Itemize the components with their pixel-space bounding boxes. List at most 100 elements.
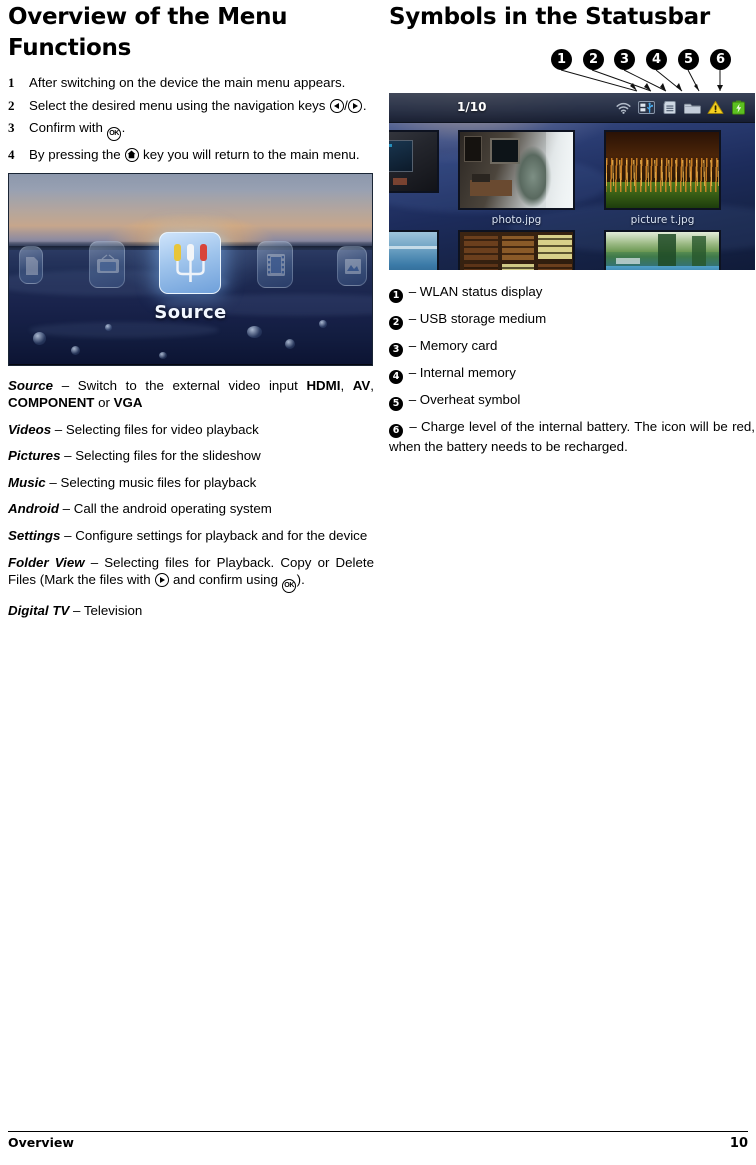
menu-tile-picture[interactable]: [337, 245, 367, 286]
status-tray: [615, 99, 747, 116]
menu-tile-tv[interactable]: [89, 240, 125, 288]
thumbnail-tree[interactable]: [458, 130, 575, 210]
menu-tile-film[interactable]: [257, 240, 293, 288]
step-item: 2 Select the desired menu using the navig…: [8, 97, 367, 113]
step-item: 1 After switching on the device the main …: [8, 75, 346, 90]
home-key-icon: [124, 148, 139, 162]
menu-tile-source[interactable]: [159, 231, 221, 294]
definition-term: Source: [8, 377, 54, 393]
right-column: Symbols in the Statusbar 1 2 3 4 5 6 1/1…: [389, 0, 755, 463]
definition-term: Folder View: [8, 554, 85, 570]
thumbnail-room[interactable]: [389, 130, 439, 193]
definition-term: Settings: [8, 528, 61, 544]
legend-text: – USB storage medium: [405, 311, 547, 326]
callout-badge-1: 1: [551, 49, 572, 70]
footer-page-number: 10: [729, 1136, 748, 1151]
legend-badge-2: 2: [389, 316, 403, 330]
definition-term: Videos: [8, 421, 52, 437]
legend-badge-6: 6: [389, 424, 403, 438]
statusbar-screenshot: 1/10 photo.jpg picture t.jpg: [389, 93, 755, 270]
menu-tile-row: [9, 231, 372, 296]
legend-item: 4 – Internal memory: [389, 364, 755, 384]
legend-text: – Internal memory: [405, 365, 516, 380]
legend-item: 3 – Memory card: [389, 337, 755, 357]
left-column: Overview of the Menu Functions 1 After sw…: [8, 0, 374, 629]
manual-page: Overview of the Menu Functions 1 After sw…: [0, 0, 756, 1165]
battery-icon: [730, 100, 747, 115]
memory-card-icon: [661, 100, 678, 115]
emphasis-text: AV: [352, 377, 371, 393]
definition-term: Digital TV: [8, 603, 70, 619]
thumbnail-caption: picture t.jpg: [630, 214, 695, 226]
main-menu-screenshot: Source: [8, 172, 373, 366]
definition-term: Pictures: [8, 448, 61, 464]
bubble: [285, 338, 295, 349]
step-number: 2: [8, 97, 15, 113]
legend-badge-4: 4: [389, 370, 403, 384]
page-footer: Overview 10: [8, 1131, 748, 1151]
step-item: 3 Confirm with OK.: [8, 119, 374, 141]
legend-badge-1: 1: [389, 289, 403, 303]
callout-badge-3: 3: [614, 49, 635, 70]
arrow-left-key-icon: [329, 98, 344, 113]
legend-badge-5: 5: [389, 397, 403, 411]
menu-function-definitions: Source – Switch to the external video in…: [8, 377, 374, 620]
callout-badge-6: 6: [710, 49, 731, 70]
callout-badge-4: 4: [646, 49, 667, 70]
legend-badge-3: 3: [389, 343, 403, 357]
folder-icon: [683, 100, 701, 115]
definition-item: Music – Selecting music files for playba…: [8, 474, 257, 490]
definition-item: Digital TV – Television: [8, 603, 143, 619]
bubble: [71, 345, 80, 355]
symbol-legend: 1 – WLAN status display 2 – USB storage m…: [389, 283, 755, 456]
arrow-right-key-icon: [348, 98, 363, 113]
arrow-right-key-icon: [154, 573, 169, 588]
definition-item: Pictures – Selecting files for the slide…: [8, 448, 261, 464]
definition-item: Settings – Configure settings for playba…: [8, 528, 368, 544]
step-item: 4 By pressing the key you will return to …: [8, 147, 360, 162]
thumbnail-chocolates[interactable]: [458, 230, 575, 270]
legend-item: 6 – Charge level of the internal battery…: [389, 418, 755, 456]
bubble: [105, 323, 112, 331]
definition-item: Android – Call the android operating sys…: [8, 501, 272, 517]
thumbnail-moss[interactable]: [604, 130, 721, 210]
emphasis-text: VGA: [113, 395, 143, 411]
page-counter: 1/10: [457, 100, 487, 114]
legend-item: 1 – WLAN status display: [389, 283, 755, 303]
callout-badge-row: 123456: [389, 41, 755, 93]
legend-text: – WLAN status display: [405, 284, 543, 299]
bubble: [247, 325, 262, 338]
thumbnail-water[interactable]: [389, 230, 439, 270]
legend-item: 5 – Overheat symbol: [389, 391, 755, 411]
ok-key-icon: OK: [282, 579, 297, 594]
definition-item: Videos – Selecting files for video playb…: [8, 421, 259, 437]
step-number: 1: [8, 75, 15, 90]
menu-selected-label: Source: [154, 301, 227, 323]
definition-term: Music: [8, 474, 46, 490]
bubble: [33, 331, 46, 345]
ok-key-icon: OK: [107, 127, 122, 141]
callout-badge-5: 5: [678, 49, 699, 70]
step-number: 4: [8, 147, 15, 162]
wlan-icon: [615, 100, 632, 115]
thumbnail-pool[interactable]: [604, 230, 721, 270]
legend-text: – Charge level of the internal battery. …: [389, 419, 755, 454]
emphasis-text: HDMI: [306, 377, 341, 393]
legend-item: 2 – USB storage medium: [389, 310, 755, 330]
menu-tile-document[interactable]: [19, 245, 43, 284]
definition-term: Android: [8, 501, 59, 517]
statusbar: 1/10: [389, 93, 755, 123]
leader-lines: [560, 69, 723, 92]
usb-icon: [638, 100, 655, 115]
legend-text: – Overheat symbol: [405, 392, 521, 407]
wave-highlight: [29, 321, 219, 338]
footer-section-name: Overview: [8, 1135, 74, 1150]
page-title-right: Symbols in the Statusbar: [389, 4, 710, 30]
thumbnail-grid: photo.jpg picture t.jpg: [389, 122, 755, 270]
callout-badge-2: 2: [583, 49, 604, 70]
thumbnail-caption: photo.jpg: [491, 214, 542, 226]
page-title-left: Overview of the Menu Functions: [8, 4, 288, 61]
definition-item: Source – Switch to the external video in…: [8, 377, 374, 411]
emphasis-text: COMPONENT: [8, 395, 95, 411]
overheat-warning-icon: [707, 100, 724, 115]
